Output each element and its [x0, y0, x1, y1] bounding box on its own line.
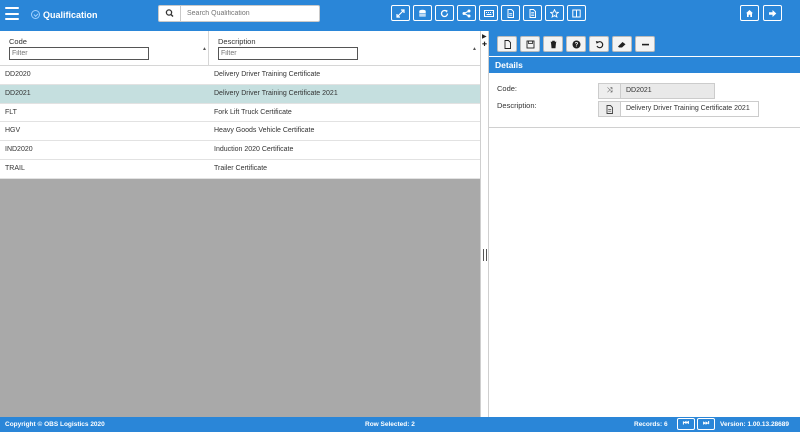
- shuffle-icon[interactable]: ⤨: [598, 83, 620, 99]
- sort-icon[interactable]: ▲: [202, 46, 207, 52]
- cell-code: IND2020: [5, 146, 33, 154]
- check-circle-icon: [31, 10, 40, 19]
- expand-button[interactable]: [391, 5, 410, 21]
- cell-description: Induction 2020 Certificate: [214, 146, 294, 154]
- share-button[interactable]: [457, 5, 476, 21]
- table-row[interactable]: FLT Fork Lift Truck Certificate: [0, 103, 480, 123]
- cell-code: FLT: [5, 108, 17, 116]
- column-divider[interactable]: [208, 31, 209, 66]
- copyright-text: Copyright © OBS Logistics 2020: [5, 421, 105, 428]
- database-button[interactable]: [413, 5, 432, 21]
- database-icon: [419, 9, 426, 17]
- share-icon: [462, 9, 471, 18]
- grid-rows: DD2020 Delivery Driver Training Certific…: [0, 66, 480, 179]
- records-count: Records: 6: [634, 421, 668, 428]
- keyboard-icon: [483, 10, 494, 17]
- columns-icon: [572, 9, 581, 18]
- search-button[interactable]: [158, 5, 180, 22]
- undo-icon: [595, 41, 603, 49]
- document-icon: [507, 9, 514, 18]
- version-text: Version: 1.00.13.28689: [720, 421, 790, 428]
- search-input[interactable]: [180, 5, 320, 22]
- detail-toolbar: ?: [489, 31, 800, 56]
- star-icon: [550, 9, 559, 18]
- table-row-selected[interactable]: DD2021 Delivery Driver Training Certific…: [0, 84, 480, 104]
- description-label: Description:: [497, 101, 537, 110]
- first-page-button[interactable]: ⏮: [677, 418, 695, 430]
- expand-icon: [396, 9, 405, 18]
- keyboard-button[interactable]: [479, 5, 498, 21]
- minus-icon: [641, 43, 649, 46]
- description-field[interactable]: Delivery Driver Training Certificate 202…: [620, 101, 759, 117]
- splitter-grip[interactable]: [483, 249, 487, 261]
- refresh-icon: [440, 9, 449, 18]
- panel-splitter[interactable]: ▶ ✚: [480, 31, 489, 417]
- table-row[interactable]: IND2020 Induction 2020 Certificate: [0, 141, 480, 160]
- document-alt-button[interactable]: [523, 5, 542, 21]
- code-label: Code:: [497, 84, 518, 93]
- cell-description: Heavy Goods Vehicle Certificate: [214, 127, 315, 135]
- help-icon: ?: [572, 40, 580, 49]
- logout-icon: [769, 10, 777, 17]
- page-title: Qualification: [43, 10, 98, 20]
- top-bar: Qualification: [0, 0, 800, 31]
- grid-panel: Code ▲ Description ▲ DD2020 Delivery Dri…: [0, 31, 480, 417]
- sort-icon[interactable]: ▲: [472, 46, 477, 52]
- eraser-icon: [618, 42, 626, 48]
- document-icon: [598, 101, 620, 117]
- status-bar: Copyright © OBS Logistics 2020 Row Selec…: [0, 417, 800, 432]
- hamburger-menu-icon[interactable]: [5, 7, 19, 20]
- columns-button[interactable]: [567, 5, 586, 21]
- delete-icon: [550, 40, 556, 49]
- pin-icon[interactable]: ✚: [482, 41, 487, 48]
- home-button[interactable]: [740, 5, 759, 21]
- cell-code: TRAIL: [5, 164, 25, 172]
- cell-description: Trailer Certificate: [214, 164, 268, 172]
- details-header: Details: [489, 57, 800, 73]
- document-alt-icon: [529, 9, 536, 18]
- column-header-code[interactable]: Code: [9, 37, 27, 46]
- cell-code: DD2021: [5, 89, 31, 97]
- clear-button[interactable]: [612, 36, 632, 52]
- table-row[interactable]: HGV Heavy Goods Vehicle Certificate: [0, 122, 480, 142]
- save-button[interactable]: [520, 36, 540, 52]
- details-form: Code: ⤨ DD2021 Description: Delivery Dri…: [489, 73, 800, 128]
- last-page-button[interactable]: ⏭: [697, 418, 715, 430]
- code-filter-input[interactable]: [9, 47, 149, 60]
- document-button[interactable]: [501, 5, 520, 21]
- table-row[interactable]: DD2020 Delivery Driver Training Certific…: [0, 66, 480, 85]
- new-button[interactable]: [497, 36, 517, 52]
- cell-code: DD2020: [5, 71, 31, 78]
- cell-description: Delivery Driver Training Certificate 202…: [214, 89, 338, 97]
- collapse-button[interactable]: [635, 36, 655, 52]
- column-header-description[interactable]: Description: [218, 37, 256, 46]
- grid-header: Code ▲ Description ▲: [0, 31, 480, 66]
- svg-text:?: ?: [574, 43, 578, 49]
- detail-panel: ? Details Code: ⤨ DD2021 Description: De…: [489, 31, 800, 417]
- undo-button[interactable]: [589, 36, 609, 52]
- row-selected-text: Row Selected: 2: [365, 421, 415, 428]
- cell-code: HGV: [5, 127, 21, 135]
- description-filter-input[interactable]: [218, 47, 358, 60]
- save-icon: [526, 40, 534, 49]
- favourite-button[interactable]: [545, 5, 564, 21]
- search-icon: [165, 9, 174, 17]
- refresh-button[interactable]: [435, 5, 454, 21]
- help-button[interactable]: ?: [566, 36, 586, 52]
- code-field[interactable]: DD2021: [620, 83, 715, 99]
- cell-description: Delivery Driver Training Certificate: [214, 71, 321, 78]
- cell-description: Fork Lift Truck Certificate: [214, 108, 292, 116]
- logout-button[interactable]: [763, 5, 782, 21]
- table-row[interactable]: TRAIL Trailer Certificate: [0, 159, 480, 179]
- delete-button[interactable]: [543, 36, 563, 52]
- home-icon: [746, 10, 753, 17]
- collapse-arrow-icon[interactable]: ▶: [482, 33, 487, 40]
- new-document-icon: [504, 40, 511, 49]
